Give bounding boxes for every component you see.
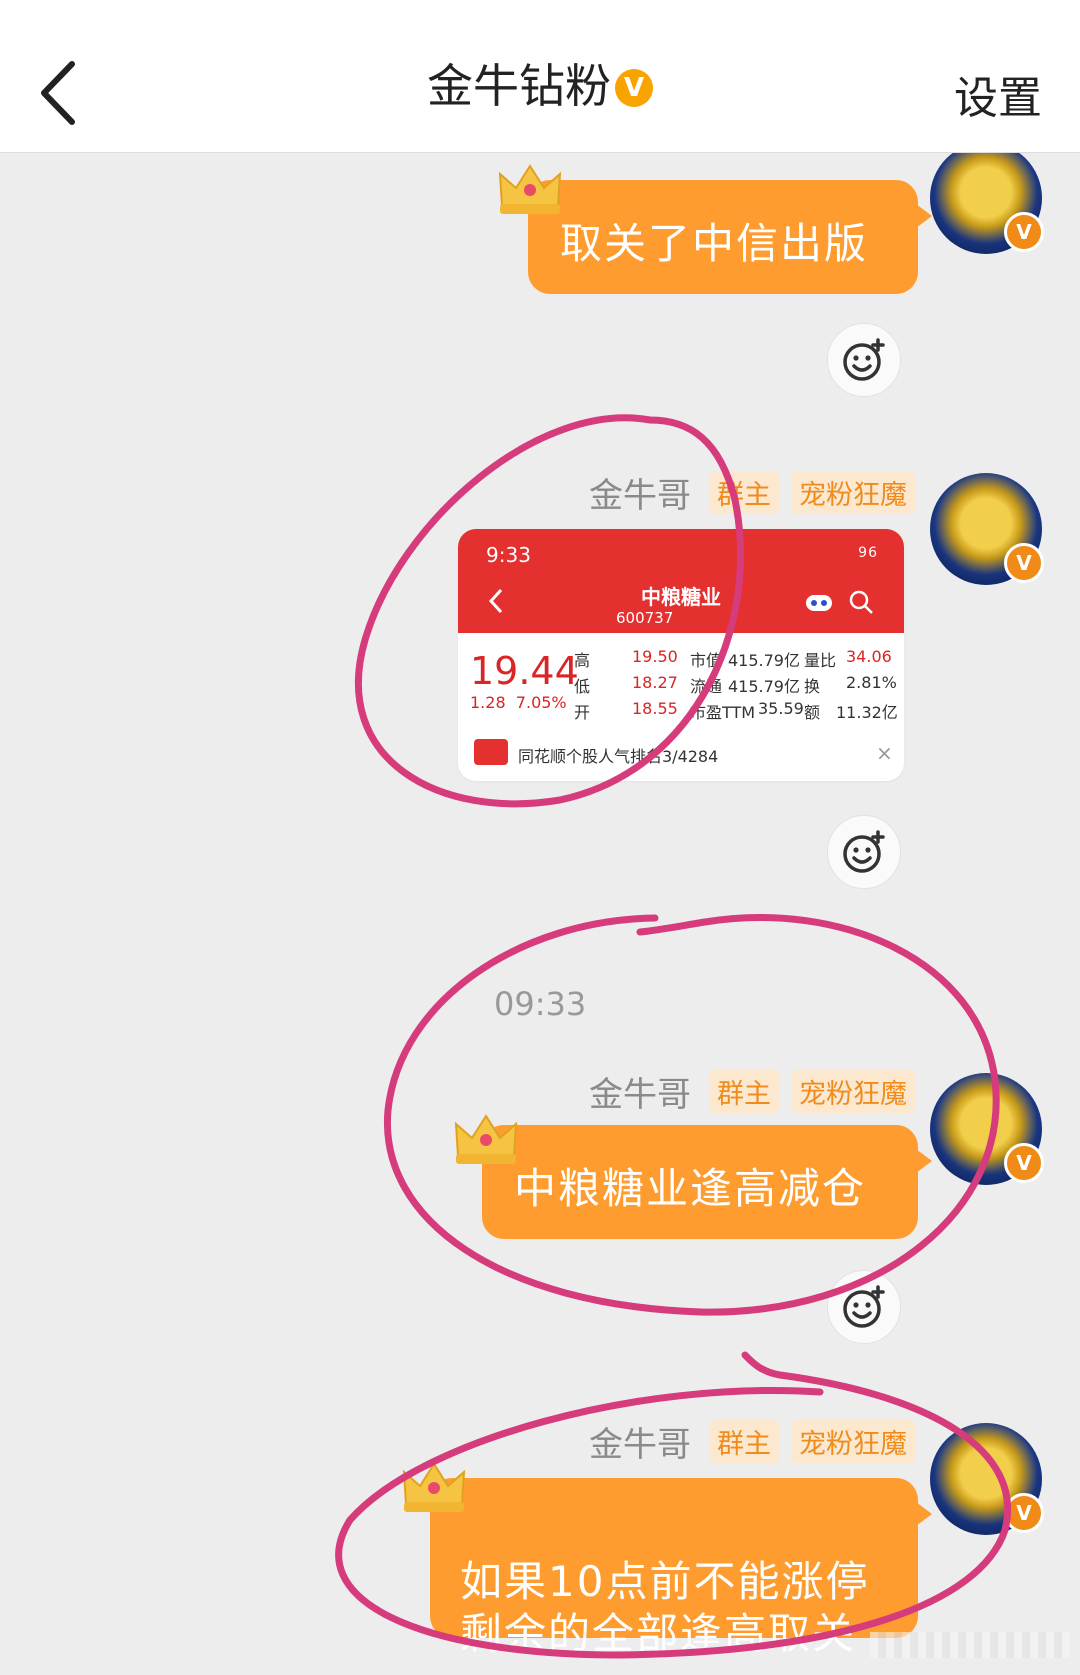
stock-price: 19.44	[470, 649, 579, 693]
value-mktcap: 415.79亿	[728, 651, 800, 670]
value-pe: 35.59	[758, 699, 804, 718]
watermark	[870, 1632, 1070, 1658]
label-float: 流通	[690, 677, 723, 696]
settings-button[interactable]: 设置	[954, 62, 1042, 126]
role-tag-owner: 群主	[709, 1419, 779, 1463]
label-open: 开	[574, 703, 591, 722]
avatar[interactable]: V	[930, 142, 1044, 254]
emoji-react-icon	[843, 1285, 885, 1328]
role-tag-fan: 宠粉狂魔	[791, 1069, 915, 1113]
role-tag-fan: 宠粉狂魔	[791, 1419, 915, 1463]
chat-title: 金牛钻粉	[427, 59, 611, 113]
value-volratio: 34.06	[846, 647, 892, 666]
stock-name: 中粮糖业	[641, 585, 721, 609]
emoji-react-icon	[843, 338, 885, 381]
label-volratio: 量比	[804, 651, 837, 670]
sender-line: 金牛哥 群主 宠粉狂魔	[589, 468, 915, 517]
avatar[interactable]: V	[930, 1073, 1044, 1185]
message-text: 取关了中信出版	[560, 219, 869, 268]
value-turnover: 2.81%	[846, 673, 897, 692]
avatar[interactable]: V	[930, 473, 1044, 585]
change-value: 1.28	[470, 693, 506, 712]
label-turnover: 换	[804, 677, 821, 696]
role-tag-owner: 群主	[709, 1069, 779, 1113]
verified-badge-icon: V	[1004, 212, 1044, 252]
message-bubble[interactable]: 如果10点前不能涨停 剩余的全部逢高取关	[430, 1478, 932, 1658]
sender-line: 金牛哥 群主 宠粉狂魔	[589, 1067, 915, 1116]
label-low: 低	[574, 677, 591, 696]
emoji-react-button[interactable]	[827, 1270, 901, 1344]
sender-name[interactable]: 金牛哥	[589, 1067, 691, 1116]
verified-badge-icon: V	[1004, 1493, 1044, 1533]
emoji-react-button[interactable]	[827, 815, 901, 889]
stock-header: 9:33 96 中粮糖业 600737	[458, 529, 904, 633]
top-bar: 金牛钻粉 V 设置	[0, 0, 1080, 153]
value-low: 18.27	[632, 673, 678, 692]
message-text: 中粮糖业逢高减仓	[514, 1164, 867, 1213]
message-timestamp: 09:33	[494, 985, 587, 1023]
image-status-time: 9:33	[486, 543, 531, 567]
emoji-react-button[interactable]	[827, 323, 901, 397]
stock-change: 1.28 7.05%	[470, 693, 567, 712]
role-tag-owner: 群主	[709, 470, 779, 514]
value-open: 18.55	[632, 699, 678, 718]
label-mktcap: 市值	[690, 651, 723, 670]
label-high: 高	[574, 651, 591, 670]
tonghuashun-logo	[474, 739, 508, 765]
label-pe: 市盈TTM	[690, 703, 756, 722]
stock-screenshot-image[interactable]: 9:33 96 中粮糖业 600737 19.44 1.28 7.05% 高 1…	[458, 529, 904, 781]
role-tag-fan: 宠粉狂魔	[791, 470, 915, 514]
crown-icon	[498, 164, 562, 214]
crown-icon	[454, 1114, 518, 1164]
change-pct: 7.05%	[515, 693, 567, 712]
verified-badge-icon: V	[1004, 543, 1044, 583]
robot-icon	[806, 595, 832, 611]
message-bubble[interactable]: 中粮糖业逢高减仓	[482, 1125, 932, 1239]
verified-badge-icon: V	[615, 69, 653, 107]
emoji-react-icon	[843, 830, 885, 873]
value-amount: 11.32亿	[836, 703, 898, 722]
verified-badge-icon: V	[1004, 1143, 1044, 1183]
value-float: 415.79亿	[728, 677, 800, 696]
chat-title-area: 金牛钻粉 V	[0, 50, 1080, 116]
crown-icon	[402, 1462, 466, 1512]
message-text: 如果10点前不能涨停 剩余的全部逢高取关	[460, 1557, 870, 1658]
search-icon	[849, 590, 873, 614]
sender-name[interactable]: 金牛哥	[589, 468, 691, 517]
image-battery: 96	[858, 545, 878, 561]
sender-name[interactable]: 金牛哥	[589, 1417, 691, 1466]
stock-code: 600737	[616, 609, 674, 627]
close-icon[interactable]: ×	[876, 741, 893, 765]
avatar[interactable]: V	[930, 1423, 1044, 1535]
sender-line: 金牛哥 群主 宠粉狂魔	[589, 1417, 915, 1466]
value-high: 19.50	[632, 647, 678, 666]
message-bubble[interactable]: 取关了中信出版	[528, 180, 932, 294]
popularity-rank: 同花顺个股人气排名3/4284	[518, 747, 719, 766]
label-amount: 额	[804, 703, 821, 722]
